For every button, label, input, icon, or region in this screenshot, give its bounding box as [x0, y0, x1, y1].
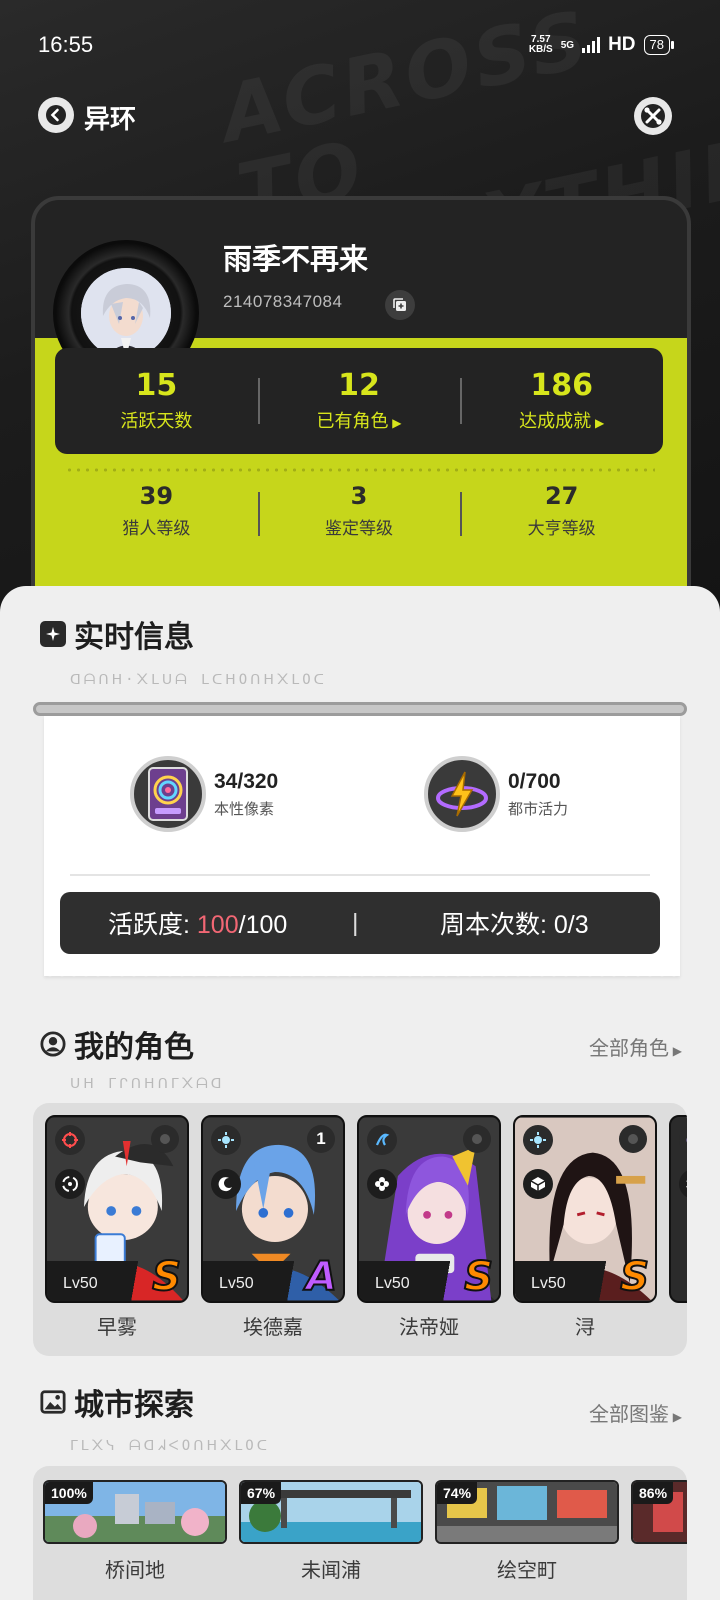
picture-icon [40, 1389, 66, 1415]
caret-right-icon: ▶ [591, 416, 605, 430]
caret-right-icon: ▶ [668, 1044, 682, 1058]
sun-icon [523, 1125, 553, 1155]
level-stats: 39 猎人等级 3 鉴定等级 27 大亨等级 [55, 482, 663, 552]
status-icons: 7.57 KB/S 5G HD 78 [528, 34, 675, 56]
nickname: 雨季不再来 [223, 242, 369, 276]
swirl-element-icon [55, 1169, 85, 1199]
avatar-portrait [81, 268, 171, 358]
character-card-edgar[interactable]: 1 Lv50 A 埃德嘉 [201, 1115, 345, 1340]
realtime-icon [40, 621, 66, 647]
appraisal-level: 3 鉴定等级 [257, 482, 461, 552]
city-card-weiwenpu[interactable]: 67% 未闻浦 [239, 1480, 423, 1583]
characters-subtitle: ᑌᕼ ᒥᒋᑎᕼᑎᒥ᙭ᗩᗡ [70, 1076, 225, 1092]
resource-pixels: 34/320 本性像素 [130, 756, 278, 832]
copy-uid-button[interactable] [385, 290, 415, 320]
stats-summary: 15 活跃天数 12 已有角色 ▶ 186 达成成就 ▶ [55, 348, 663, 454]
gear-badge-icon [463, 1125, 491, 1153]
stat-achievements[interactable]: 186 达成成就 ▶ [460, 348, 663, 454]
gear-badge-icon [619, 1125, 647, 1153]
city-subtitle: ᒥᒪ᙭ᓭ ᗩᗡᖽᐸOᑎᕼ᙭ᒪOᑕ [70, 1438, 270, 1454]
net-speed: 7.57 KB/S [528, 34, 553, 55]
stat-owned-characters[interactable]: 12 已有角色 ▶ [257, 348, 461, 454]
panel-rail [33, 702, 687, 716]
panel-zigzag-edge [44, 970, 680, 986]
city-card-huikongting[interactable]: 74% 绘空町 [435, 1480, 619, 1583]
weekly-count: 周本次数: 0/3 [440, 911, 589, 939]
rank-badge: S [619, 1254, 650, 1300]
caret-right-icon: ▶ [668, 1410, 682, 1424]
character-card-fadiya[interactable]: Lv50 S 法帝娅 [357, 1115, 501, 1340]
all-characters-link[interactable]: 全部角色 ▶ [589, 1032, 682, 1061]
lightning-orb-icon [424, 756, 500, 832]
panel-divider [70, 874, 650, 876]
status-bar: 16:55 7.57 KB/S 5G HD 78 [0, 0, 720, 90]
swirl-element-icon [679, 1169, 687, 1199]
city-card-qiaojiandi[interactable]: 100% 桥间地 [43, 1480, 227, 1583]
city-section-title: 城市探索 [40, 1380, 194, 1424]
cube-element-icon [523, 1169, 553, 1199]
chevron-left-icon [46, 105, 66, 125]
avatar [81, 268, 171, 358]
city-card-partial[interactable]: 86% [631, 1480, 687, 1554]
characters-section-title: 我的角色 [40, 1022, 194, 1066]
resource-vitality: 0/700 都市活力 [424, 756, 568, 832]
moon-icon [679, 1125, 687, 1155]
sun-icon [211, 1125, 241, 1155]
battery-icon: 78 [643, 35, 675, 55]
constellation-badge: 1 [307, 1125, 335, 1153]
activity-level: 活跃度: 100/100 [108, 911, 288, 939]
gear-badge-icon [151, 1125, 179, 1153]
all-atlas-link[interactable]: 全部图鉴 ▶ [589, 1398, 682, 1427]
profile-card: 雨季不再来 214078347084 15 活跃天数 12 已有角色 ▶ 186… [31, 196, 691, 616]
character-card-xun[interactable]: Lv50 S 浔 [513, 1115, 657, 1340]
dotted-divider [65, 468, 655, 472]
pixel-card-icon [130, 756, 206, 832]
crosshair-icon [55, 1125, 85, 1155]
hunter-level: 39 猎人等级 [122, 482, 191, 539]
rank-badge: S [151, 1254, 182, 1300]
realtime-panel: 34/320 本性像素 0/700 都市活力 活跃度: 100/100 | 周本… [44, 716, 680, 976]
realtime-section-title: 实时信息 [40, 612, 194, 656]
city-list: 100% 桥间地 67% 未闻浦 74% 绘空町 86% [33, 1466, 687, 1600]
status-time: 16:55 [38, 32, 94, 57]
stat-active-days: 15 活跃天数 [120, 368, 193, 432]
copy-icon [393, 298, 406, 311]
tycoon-level: 27 大亨等级 [460, 482, 663, 552]
activity-bar: 活跃度: 100/100 | 周本次数: 0/3 [60, 892, 660, 954]
caret-right-icon: ▶ [388, 416, 402, 430]
rank-badge: A [305, 1254, 338, 1300]
person-icon [40, 1031, 66, 1057]
activity-separator: | [352, 908, 359, 937]
wave-icon [367, 1125, 397, 1155]
user-id: 214078347084 [223, 292, 343, 311]
moon-element-icon [211, 1169, 241, 1199]
flower-element-icon [367, 1169, 397, 1199]
signal-icon [582, 37, 601, 53]
hd-indicator: HD [608, 34, 636, 55]
network-type: 5G [560, 39, 575, 51]
realtime-subtitle: ᗡᗩᑎᕼ·᙭ᒪᑌᗩ ᒪᑕᕼOᑎᕼ᙭ᒪOᑕ [70, 672, 327, 688]
tools-icon [641, 104, 665, 128]
character-list: Lv50 S 早雾 1 Lv50 A 埃德嘉 Lv50 S 法帝娅 Lv50 S… [33, 1103, 687, 1356]
character-card-partial[interactable] [669, 1115, 687, 1303]
rank-badge: S [463, 1254, 494, 1300]
page-title: 异环 [84, 105, 137, 135]
back-button[interactable] [38, 97, 74, 133]
character-card-zaowu[interactable]: Lv50 S 早雾 [45, 1115, 189, 1340]
tools-button[interactable] [634, 97, 672, 135]
